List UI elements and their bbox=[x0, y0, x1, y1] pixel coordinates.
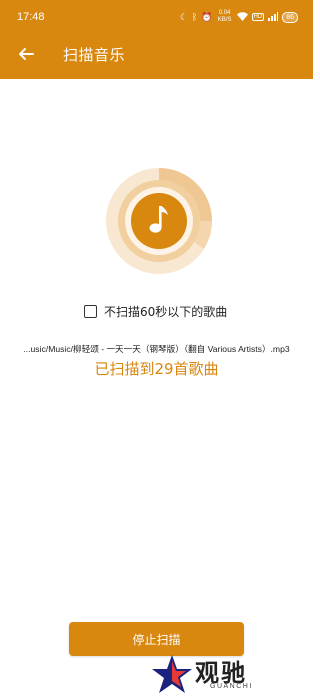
current-file-path: ...usic/Music/柳轻颂 - 一天一天（钢琴版）（翻自 Various… bbox=[23, 344, 290, 354]
bluetooth-icon: ᛒ bbox=[191, 12, 198, 22]
signal-icon bbox=[268, 11, 279, 23]
status-time: 17:48 bbox=[17, 11, 45, 23]
filter-short-songs-option[interactable]: 不扫描60秒以下的歌曲 bbox=[84, 302, 227, 320]
alarm-icon: ⏰ bbox=[201, 11, 213, 22]
status-icons: ☾ ᛒ ⏰ 0.04 KB/S HD 86 bbox=[180, 10, 298, 24]
filter-checkbox[interactable] bbox=[84, 304, 97, 318]
star-logo-icon bbox=[152, 655, 192, 693]
hd-icon: HD bbox=[251, 13, 265, 21]
back-button[interactable] bbox=[6, 34, 46, 74]
watermark-subtext: GUANCHI bbox=[210, 683, 253, 690]
filter-label: 不扫描60秒以下的歌曲 bbox=[104, 304, 228, 319]
wifi-icon bbox=[236, 11, 248, 23]
page-title: 扫描音乐 bbox=[63, 45, 126, 64]
stop-scan-button[interactable]: 停止扫描 bbox=[69, 622, 244, 656]
battery-indicator: 86 bbox=[282, 11, 298, 23]
status-bar: 17:48 ☾ ᛒ ⏰ 0.04 KB/S HD 86 bbox=[0, 0, 313, 34]
network-speed: 0.04 KB/S bbox=[217, 10, 232, 23]
app-bar: 17:48 ☾ ᛒ ⏰ 0.04 KB/S HD 86 扫描音乐 bbox=[0, 0, 313, 79]
scan-count-text: 已扫描到29首歌曲 bbox=[94, 360, 219, 378]
scan-animation bbox=[104, 166, 214, 276]
watermark-logo: 观驰 GUANCHI bbox=[150, 653, 290, 697]
moon-icon: ☾ bbox=[179, 11, 188, 22]
arrow-left-icon bbox=[19, 48, 34, 60]
toolbar: 扫描音乐 bbox=[0, 34, 313, 74]
